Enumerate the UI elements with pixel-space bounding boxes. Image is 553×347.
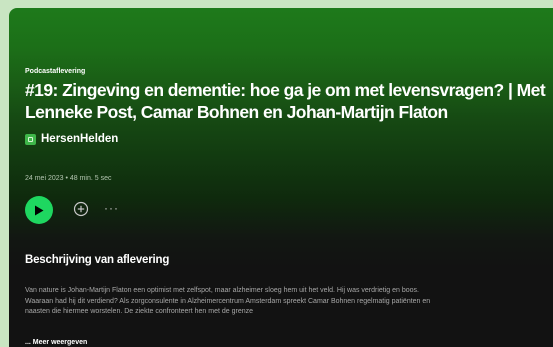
episode-kicker: Podcastaflevering xyxy=(25,68,86,75)
play-icon xyxy=(35,205,44,215)
episode-title: #19: Zingeving en dementie: hoe ga je om… xyxy=(25,80,546,122)
show-more-link[interactable]: ... Meer weergeven xyxy=(25,339,87,346)
show-link[interactable]: HersenHelden xyxy=(25,133,118,145)
description-heading: Beschrijving van aflevering xyxy=(25,254,170,266)
episode-panel: Podcastaflevering #19: Zingeving en deme… xyxy=(9,8,553,347)
episode-meta: 24 mei 2023 • 48 min. 5 sec xyxy=(25,175,112,182)
play-button[interactable] xyxy=(25,196,53,224)
plus-circle-icon[interactable] xyxy=(73,201,89,217)
show-name[interactable]: HersenHelden xyxy=(41,133,118,145)
ellipsis-icon[interactable]: ··· xyxy=(104,200,119,216)
show-artwork-icon xyxy=(25,133,36,145)
description-body: Van nature is Johan-Martijn Flaton een o… xyxy=(25,287,431,315)
